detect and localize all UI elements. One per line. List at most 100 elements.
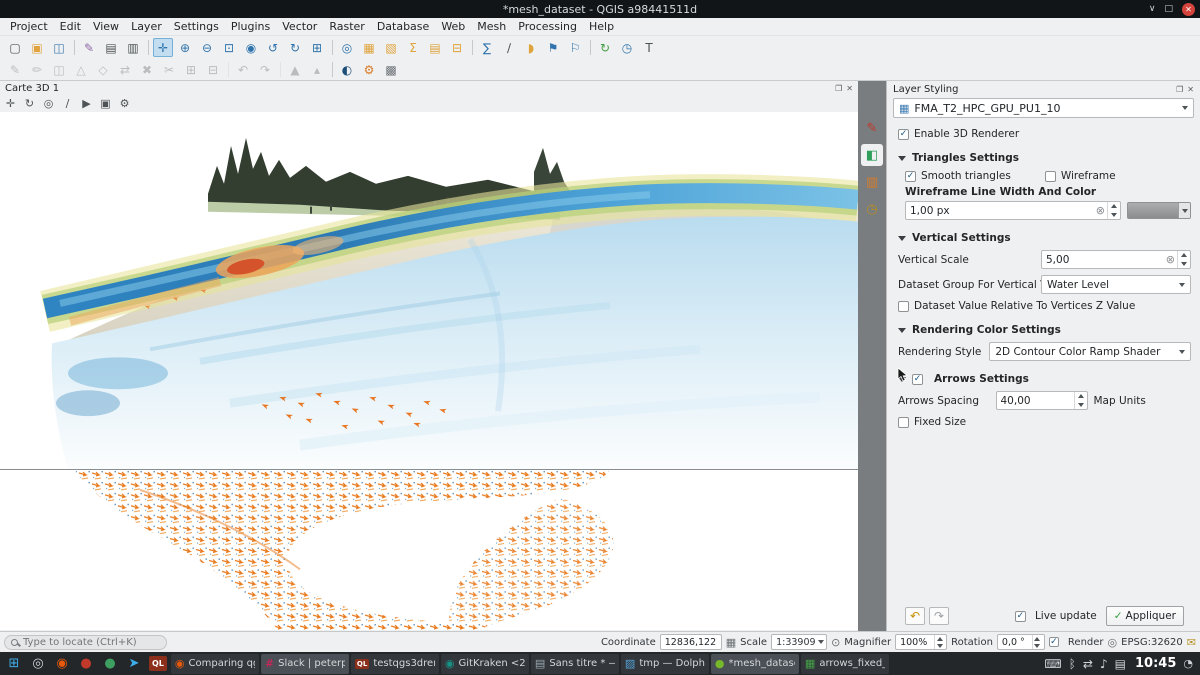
zoom-next-icon[interactable]: ↻ <box>285 38 305 57</box>
green-app-icon[interactable]: ● <box>99 653 121 675</box>
locate-input[interactable] <box>23 637 160 648</box>
spin-buttons[interactable] <box>934 635 944 649</box>
arrows-settings-checkbox[interactable] <box>912 374 923 385</box>
crs-label[interactable]: EPSG:32620 <box>1121 637 1183 648</box>
vertical-scale-input[interactable] <box>1042 254 1164 266</box>
render-checkbox[interactable] <box>1049 637 1059 647</box>
menu-item[interactable]: View <box>87 18 125 35</box>
refresh-map-icon[interactable]: ↻ <box>595 38 615 57</box>
activities-icon[interactable]: ◎ <box>27 653 49 675</box>
open-project-icon[interactable]: ▣ <box>27 38 47 57</box>
dataset-group-combo[interactable]: Water Level <box>1041 275 1191 294</box>
spin-buttons[interactable] <box>1107 202 1120 219</box>
add-feature-icon[interactable]: △ <box>71 60 91 79</box>
zoom-in-icon[interactable]: ⊕ <box>175 38 195 57</box>
measure-3d-icon[interactable]: ∕ <box>59 96 76 111</box>
mesh-transform-icon[interactable]: ▴ <box>307 60 327 79</box>
zoom-out-icon[interactable]: ⊖ <box>197 38 217 57</box>
map-tips-icon[interactable]: ◗ <box>521 38 541 57</box>
coordinate-input[interactable] <box>663 637 719 648</box>
keyboard-icon[interactable]: ⌨ <box>1044 657 1061 671</box>
zoom-full-icon[interactable]: ⊡ <box>219 38 239 57</box>
panel-float-button[interactable]: ❐ <box>1176 85 1183 94</box>
new-layout-icon[interactable]: ▤ <box>101 38 121 57</box>
recorder-app-icon[interactable]: ● <box>75 653 97 675</box>
camera-rotate-icon[interactable]: ↻ <box>21 96 38 111</box>
camera-pan-icon[interactable]: ✛ <box>2 96 19 111</box>
spin-buttons[interactable] <box>1074 392 1087 409</box>
layer-select-combo[interactable]: ▦ FMA_T2_HPC_GPU_PU1_10 <box>893 98 1194 118</box>
redo-style-button[interactable]: ↷ <box>929 607 949 625</box>
map-3d-viewport[interactable] <box>0 112 858 470</box>
scale-combo[interactable]: 1:33909 <box>771 634 827 650</box>
krunner-icon[interactable]: ➤ <box>123 653 145 675</box>
save-project-icon[interactable]: ◫ <box>49 38 69 57</box>
volume-icon[interactable]: ♪ <box>1100 657 1108 671</box>
firefox-icon[interactable]: ◉ <box>51 653 73 675</box>
new-project-icon[interactable]: ▢ <box>5 38 25 57</box>
rotation-input[interactable] <box>1000 637 1032 648</box>
layout-manager-icon[interactable]: ▥ <box>123 38 143 57</box>
menu-item[interactable]: Settings <box>168 18 225 35</box>
menu-item[interactable]: Project <box>4 18 54 35</box>
toggle-editing-icon[interactable]: ✏ <box>27 60 47 79</box>
redo-icon[interactable]: ↷ <box>255 60 275 79</box>
extents-icon[interactable]: ▦ <box>726 636 736 649</box>
color-dropdown-icon[interactable] <box>1178 203 1190 218</box>
spin-buttons[interactable] <box>1177 251 1190 268</box>
paste-features-icon[interactable]: ⊟ <box>203 60 223 79</box>
map-canvas-2d[interactable] <box>0 470 858 630</box>
maximize-button[interactable]: □ <box>1164 4 1173 14</box>
style-manager-icon[interactable]: ✎ <box>79 38 99 57</box>
zoom-last-icon[interactable]: ↺ <box>263 38 283 57</box>
collapse-rendering-icon[interactable] <box>898 328 906 333</box>
move-feature-icon[interactable]: ⇄ <box>115 60 135 79</box>
menu-item[interactable]: Layer <box>125 18 168 35</box>
collapse-vertical-icon[interactable] <box>898 236 906 241</box>
task-button[interactable]: ▤ Sans titre * — … <box>531 654 619 674</box>
smooth-triangles-checkbox[interactable] <box>905 171 916 182</box>
close-button[interactable]: ✕ <box>1182 3 1195 16</box>
select-features-icon[interactable]: ▦ <box>359 38 379 57</box>
task-button[interactable]: ● *mesh_datase… <box>711 654 799 674</box>
metasearch-icon[interactable]: ◐ <box>337 60 357 79</box>
rendering-style-combo[interactable]: 2D Contour Color Ramp Shader <box>989 342 1191 361</box>
pan-map-icon[interactable]: ✛ <box>153 38 173 57</box>
task-button[interactable]: ▨ tmp — Dolphin <box>621 654 709 674</box>
clear-icon[interactable]: ⊗ <box>1094 204 1107 217</box>
live-update-checkbox[interactable] <box>1015 611 1026 622</box>
dock-float-button[interactable]: ❐ <box>835 84 842 93</box>
measure-icon[interactable]: ∕ <box>499 38 519 57</box>
bluetooth-icon[interactable]: ᛒ <box>1069 657 1076 671</box>
3d-view-tab[interactable]: ◧ <box>861 144 883 166</box>
enable-3d-checkbox[interactable] <box>898 129 909 140</box>
menu-item[interactable]: Database <box>371 18 436 35</box>
attribute-table-icon[interactable]: ▤ <box>425 38 445 57</box>
text-annotation-icon[interactable]: T <box>639 38 659 57</box>
apply-button[interactable]: ✓ Appliquer <box>1106 606 1184 626</box>
options-3d-icon[interactable]: ⚙ <box>116 96 133 111</box>
undo-style-button[interactable]: ↶ <box>905 607 925 625</box>
menu-item[interactable]: Edit <box>54 18 87 35</box>
new-bookmark-icon[interactable]: ⚑ <box>543 38 563 57</box>
collapse-triangles-icon[interactable] <box>898 156 906 161</box>
menu-item[interactable]: Processing <box>512 18 583 35</box>
menu-item[interactable]: Help <box>583 18 620 35</box>
wireframe-color-button[interactable] <box>1127 202 1191 219</box>
minimize-button[interactable]: ∨ <box>1149 4 1156 14</box>
identify-3d-icon[interactable]: ◎ <box>40 96 57 111</box>
menu-item[interactable]: Vector <box>276 18 323 35</box>
task-button[interactable]: # Slack | peterp … <box>261 654 349 674</box>
deselect-features-icon[interactable]: ▧ <box>381 38 401 57</box>
export-3d-icon[interactable]: ▣ <box>97 96 114 111</box>
animations-icon[interactable]: ▶ <box>78 96 95 111</box>
clipboard-icon[interactable]: ▤ <box>1115 657 1126 671</box>
menu-item[interactable]: Mesh <box>471 18 512 35</box>
select-by-expression-icon[interactable]: Σ <box>403 38 423 57</box>
task-button[interactable]: ◉ GitKraken <2> <box>441 654 529 674</box>
current-edits-icon[interactable]: ✎ <box>5 60 25 79</box>
show-bookmarks-icon[interactable]: ⚐ <box>565 38 585 57</box>
field-calculator-icon[interactable]: ⊟ <box>447 38 467 57</box>
identify-features-icon[interactable]: ◎ <box>337 38 357 57</box>
magnifier-input[interactable] <box>898 637 934 648</box>
